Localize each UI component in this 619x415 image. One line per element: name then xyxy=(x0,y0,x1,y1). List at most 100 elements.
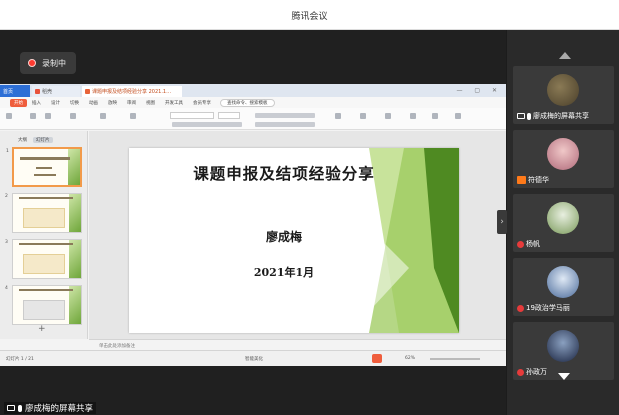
record-dot-icon xyxy=(28,59,36,67)
ribbon-toolbar xyxy=(0,108,506,130)
current-slide[interactable]: 课题申报及结项经验分享 廖成梅 2021年1月 xyxy=(129,148,459,333)
screen-share-label: 廖成梅的屏幕共享 xyxy=(4,402,97,414)
mic-icon xyxy=(527,112,531,120)
thumb-title-line xyxy=(19,243,73,245)
mic-muted-icon xyxy=(517,368,524,376)
thumb-accent xyxy=(69,240,81,278)
participant-tile[interactable]: 19政治学马丽 xyxy=(513,258,614,316)
menu-item-1[interactable]: 插入 xyxy=(27,100,46,106)
play-slideshow-icon[interactable] xyxy=(372,354,382,363)
replace-icon[interactable] xyxy=(455,113,461,119)
thumb-accent xyxy=(69,286,81,324)
participant-tile[interactable]: 符德华 xyxy=(513,130,614,188)
panel-tabs: 大纲 幻灯片 xyxy=(18,137,53,143)
thumb-accent xyxy=(69,194,81,232)
slide-thumbnail-4[interactable]: 4 xyxy=(5,285,82,325)
ribbon-menu: 开始 插入 设计 切换 动画 放映 审阅 视图 开发工具 会员专享 查找命令、搜… xyxy=(0,97,506,108)
menu-item-5[interactable]: 放映 xyxy=(103,100,122,106)
cut-icon[interactable] xyxy=(30,113,36,119)
participant-tile[interactable]: 孙政万 xyxy=(513,322,614,380)
wps-tab-bar: 首页 稻壳 课题申报及结项经验分享 2021.1… — ▢ ✕ xyxy=(0,84,506,97)
status-bar: 幻灯片 1 / 21 智能美化 62% xyxy=(0,350,506,366)
thumb-title-line xyxy=(19,197,73,199)
title-bar: 腾讯会议 xyxy=(0,0,619,30)
participant-tile[interactable]: 廖成梅的屏幕共享 xyxy=(513,66,614,124)
ppt-icon xyxy=(85,89,90,94)
scroll-up-icon[interactable] xyxy=(559,52,571,59)
thumb-title-line xyxy=(20,157,70,160)
paste-icon[interactable] xyxy=(6,113,12,119)
alignment-buttons[interactable] xyxy=(255,122,315,127)
paragraph-buttons[interactable] xyxy=(255,113,315,118)
textbox-icon[interactable] xyxy=(335,113,341,119)
participant-name: 杨帆 xyxy=(526,240,540,248)
zoom-slider[interactable] xyxy=(430,358,480,360)
screen-share-icon xyxy=(7,405,15,411)
avatar xyxy=(547,202,579,234)
mic-muted-icon xyxy=(517,304,524,312)
slide-thumbnail-1[interactable]: 1 xyxy=(6,147,82,187)
new-slide-icon[interactable] xyxy=(100,113,106,119)
slide-thumbnail-2[interactable]: 2 xyxy=(5,193,82,233)
avatar xyxy=(547,138,579,170)
menu-item-7[interactable]: 视图 xyxy=(141,100,160,106)
menu-item-2[interactable]: 设计 xyxy=(46,100,65,106)
app-title: 腾讯会议 xyxy=(291,12,328,22)
menu-item-0[interactable]: 开始 xyxy=(10,98,27,107)
menu-item-9[interactable]: 会员专享 xyxy=(188,100,216,106)
recording-label: 录制中 xyxy=(42,58,66,68)
mic-icon xyxy=(18,404,22,412)
slide-thumbnail-3[interactable]: 3 xyxy=(5,239,82,279)
zoom-level: 62% xyxy=(405,356,416,361)
copy-icon[interactable] xyxy=(45,113,51,119)
font-style-buttons[interactable] xyxy=(172,122,242,127)
thumb-author-line xyxy=(36,167,52,169)
smart-beautify-button[interactable]: 智能美化 xyxy=(245,356,263,362)
slide-thumbnail-panel: 大纲 幻灯片 1 2 3 4 + xyxy=(0,131,88,339)
thumb-accent xyxy=(68,149,80,185)
arrange-icon[interactable] xyxy=(385,113,391,119)
screen-share-icon xyxy=(517,113,525,119)
command-search[interactable]: 查找命令、搜索模板 xyxy=(220,98,275,107)
format-painter-icon[interactable] xyxy=(70,113,76,119)
panel-tab-outline[interactable]: 大纲 xyxy=(18,137,27,143)
thumb-image xyxy=(23,254,65,274)
recording-indicator[interactable]: 录制中 xyxy=(20,52,76,74)
participant-tile[interactable]: 杨帆 xyxy=(513,194,614,252)
menu-item-8[interactable]: 开发工具 xyxy=(160,100,188,106)
avatar xyxy=(547,266,579,298)
window-controls[interactable]: — ▢ ✕ xyxy=(456,87,502,94)
slide-title: 课题申报及结项经验分享 xyxy=(193,164,375,183)
panel-tab-slides[interactable]: 幻灯片 xyxy=(33,137,53,143)
layout-icon[interactable] xyxy=(130,113,136,119)
tab-docer[interactable]: 稻壳 xyxy=(32,86,80,97)
tab-home[interactable]: 首页 xyxy=(0,85,30,97)
speaker-notes[interactable]: 单击此处添加备注 xyxy=(89,339,506,350)
thumb-image xyxy=(23,300,65,320)
docer-icon xyxy=(35,89,40,94)
collapse-sidebar-button[interactable]: › xyxy=(497,210,507,234)
avatar xyxy=(547,330,579,362)
slide-date: 2021年1月 xyxy=(253,266,315,279)
select-icon[interactable] xyxy=(432,113,438,119)
slide-counter: 幻灯片 1 / 21 xyxy=(6,357,34,362)
wps-window: 首页 稻壳 课题申报及结项经验分享 2021.1… — ▢ ✕ 开始 插入 设计… xyxy=(0,84,506,366)
menu-item-3[interactable]: 切换 xyxy=(65,100,84,106)
tab-document[interactable]: 课题申报及结项经验分享 2021.1… xyxy=(82,86,182,97)
menu-item-4[interactable]: 动画 xyxy=(84,100,103,106)
thumb-title-line xyxy=(19,289,73,291)
find-icon[interactable] xyxy=(410,113,416,119)
thumb-date-line xyxy=(34,174,56,176)
participant-name: 廖成梅的屏幕共享 xyxy=(533,112,589,120)
font-size-box[interactable] xyxy=(218,112,240,119)
menu-item-6[interactable]: 审阅 xyxy=(122,100,141,106)
avatar xyxy=(547,74,579,106)
slide-editing-area: 课题申报及结项经验分享 廖成梅 2021年1月 xyxy=(89,131,506,339)
font-name-box[interactable] xyxy=(170,112,214,119)
shape-icon[interactable] xyxy=(360,113,366,119)
add-slide-button[interactable]: + xyxy=(38,324,46,334)
scroll-down-icon[interactable] xyxy=(558,373,570,380)
participant-name: 孙政万 xyxy=(526,368,547,376)
mic-muted-icon xyxy=(517,240,524,248)
slide-author: 廖成梅 xyxy=(265,230,302,244)
